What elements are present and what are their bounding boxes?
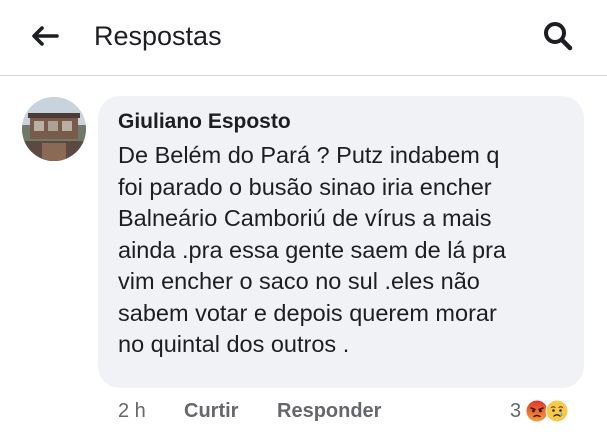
page-title: Respostas [94, 21, 222, 51]
sad-reaction-icon [545, 399, 569, 423]
avatar-photo [22, 97, 86, 161]
search-button[interactable] [534, 14, 582, 58]
comment-author[interactable]: Giuliano Esposto [118, 110, 291, 134]
comment-timestamp[interactable]: 2 h [118, 400, 146, 423]
comment-text: De Belém do Pará ? Putz indabem q foi pa… [118, 142, 507, 357]
like-button[interactable]: Curtir [184, 400, 238, 423]
comment-bubble: Giuliano Esposto De Belém do Pará ? Putz… [98, 96, 584, 388]
app-header: Respostas [0, 0, 607, 76]
avatar[interactable] [22, 97, 86, 161]
reaction-count: 3 [510, 399, 522, 422]
search-icon [544, 22, 573, 51]
reaction-summary[interactable]: 3 [510, 396, 569, 426]
arrow-left-icon [32, 26, 59, 46]
back-button[interactable] [22, 16, 66, 56]
comment-actions: 2 h Curtir Responder 3 [0, 396, 607, 428]
reply-button[interactable]: Responder [277, 400, 381, 423]
